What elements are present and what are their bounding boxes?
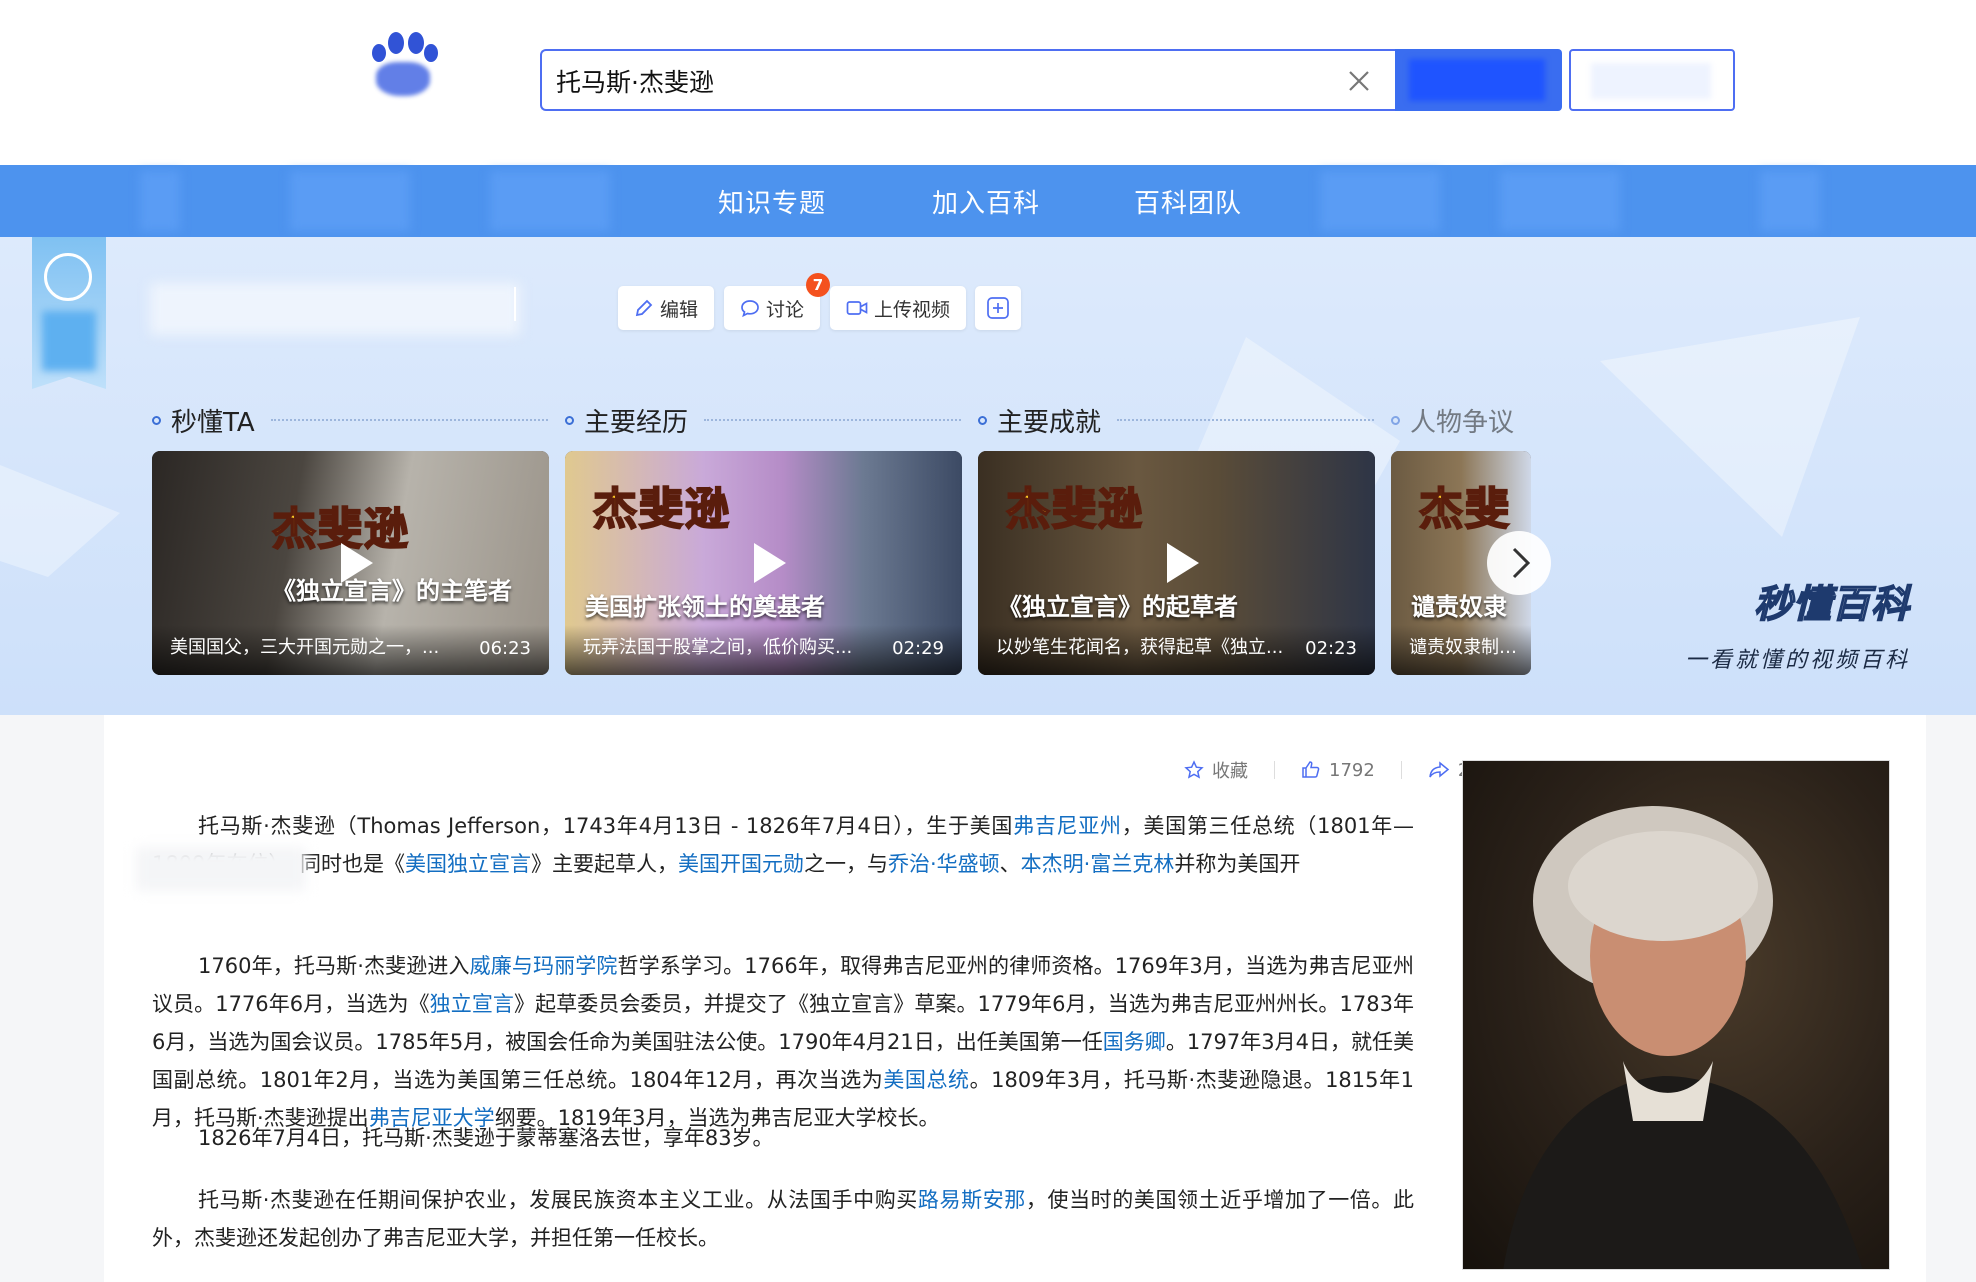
upload-video-button[interactable]: 上传视频: [830, 286, 966, 330]
clear-icon[interactable]: [1346, 68, 1372, 94]
chevron-right-icon: [1512, 547, 1531, 579]
search-input[interactable]: [556, 61, 1316, 101]
entry-link[interactable]: 弗吉尼亚州: [1013, 814, 1122, 838]
entry-link[interactable]: 独立宣言: [430, 992, 514, 1016]
thumbs-up-icon: [1302, 761, 1320, 778]
video-duration: 06:23: [479, 638, 531, 659]
search-button[interactable]: [1395, 49, 1562, 111]
nav-item-knowledge-topics[interactable]: 知识专题: [718, 183, 826, 220]
search-box: [540, 49, 1395, 111]
text-segment: 1760年，托马斯·杰斐逊进入: [198, 954, 470, 978]
entry-hero: 编辑 讨论 7 上传视频 秒懂TA 主要经历 主要成就 人物争议 杰斐逊 《独立…: [0, 237, 1976, 715]
miaodong-brand[interactable]: 秒懂百科 一看就懂的视频百科: [1650, 573, 1910, 674]
collect-label: 收藏: [1212, 761, 1248, 782]
section-head-controversy[interactable]: 人物争议: [1391, 405, 1521, 438]
discuss-count-badge: 7: [806, 273, 830, 297]
video-headline: 杰斐逊: [1005, 483, 1144, 536]
entry-link[interactable]: 国务卿: [1103, 1030, 1166, 1054]
video-caption: 美国国父，三大开国元勋之一，...: [170, 637, 440, 658]
text-segment: 并称为美国开: [1174, 852, 1301, 876]
entry-link[interactable]: 美国独立宣言: [405, 852, 531, 876]
edit-label: 编辑: [659, 298, 698, 321]
secondary-search-button[interactable]: [1569, 49, 1735, 111]
upload-video-label: 上传视频: [873, 298, 950, 321]
portrait-figure: [1503, 806, 1863, 1269]
discuss-button[interactable]: 讨论: [724, 286, 820, 330]
more-actions-button[interactable]: [975, 286, 1021, 330]
section-head-achievements[interactable]: 主要成就: [978, 405, 1374, 438]
section-label: 秒懂TA: [171, 407, 255, 438]
pencil-icon: [635, 299, 653, 317]
discuss-label: 讨论: [765, 298, 804, 321]
entry-link[interactable]: 美国总统: [883, 1068, 969, 1092]
baike-logo[interactable]: [368, 32, 440, 102]
text-segment: 之一，与: [803, 852, 888, 876]
section-label: 人物争议: [1410, 407, 1515, 438]
video-card[interactable]: 杰斐逊 《独立宣言》的主笔者 美国国父，三大开国元勋之一，... 06:23: [152, 451, 549, 675]
star-badge-icon: [44, 253, 92, 301]
video-overlay-title: 《独立宣言》的起草者: [998, 593, 1238, 621]
video-card[interactable]: 杰斐逊 《独立宣言》的起草者 以妙笔生花闻名，获得起草《独立... 02:23: [978, 451, 1375, 675]
entry-link[interactable]: 美国开国元勋: [678, 852, 804, 876]
brand-name: 秒懂百科: [1753, 581, 1910, 627]
achievements-paragraph: 托马斯·杰斐逊在任期间保护农业，发展民族资本主义工业。从法国手中购买路易斯安那，…: [152, 1181, 1414, 1257]
video-caption: 以妙笔生花闻名，获得起草《独立...: [996, 637, 1284, 658]
section-head-miaodong[interactable]: 秒懂TA: [152, 405, 548, 438]
text-segment: 托马斯·杰斐逊在任期间保护农业，发展民族资本主义工业。从法国手中购买: [198, 1188, 918, 1212]
video-caption: 玩弄法国于股掌之间，低价购买...: [583, 637, 853, 658]
video-camera-icon: [846, 301, 868, 315]
plus-square-icon: [987, 297, 1009, 319]
section-label: 主要成就: [997, 407, 1102, 438]
share-icon: [1429, 761, 1450, 778]
main-nav: 知识专题 加入百科 百科团队: [0, 165, 1976, 237]
text-segment: 托马斯·杰斐逊（Thomas Jefferson，1743年4月13日 - 18…: [198, 814, 1014, 838]
text-segment: 》主要起草人，: [530, 852, 678, 876]
death-paragraph: 1826年7月4日，托马斯·杰斐逊于蒙蒂塞洛去世，享年83岁。: [152, 1119, 1414, 1157]
entry-link[interactable]: 威廉与玛丽学院: [470, 954, 618, 978]
video-caption: 谴责奴隶制的...: [1409, 637, 1519, 658]
summary-paragraph: 托马斯·杰斐逊（Thomas Jefferson，1743年4月13日 - 18…: [152, 807, 1414, 883]
section-head-experience[interactable]: 主要经历: [565, 405, 961, 438]
collect-button[interactable]: 收藏: [1184, 757, 1248, 783]
entry-ribbon-badge: [32, 237, 106, 389]
video-duration: 02:29: [892, 638, 944, 659]
video-overlay-title: 《独立宣言》的主笔者: [272, 577, 512, 605]
portrait-image[interactable]: [1462, 760, 1890, 1270]
section-label: 主要经历: [584, 407, 689, 438]
like-button[interactable]: 1792: [1301, 760, 1375, 781]
carousel-next-button[interactable]: [1487, 531, 1551, 595]
edit-button[interactable]: 编辑: [618, 286, 714, 330]
play-icon: [753, 543, 786, 583]
video-headline: 杰斐逊: [592, 483, 731, 536]
nav-item-baike-team[interactable]: 百科团队: [1134, 183, 1242, 220]
video-duration: 02:23: [1305, 638, 1357, 659]
star-icon: [1184, 760, 1204, 779]
play-icon: [340, 543, 373, 583]
nav-item-join-baike[interactable]: 加入百科: [932, 183, 1040, 220]
text-segment: 、: [999, 852, 1021, 876]
video-card[interactable]: 杰斐逊 美国扩张领土的奠基者 玩弄法国于股掌之间，低价购买... 02:29: [565, 451, 962, 675]
biography-paragraph: 1760年，托马斯·杰斐逊进入威廉与玛丽学院哲学系学习。1766年，取得弗吉尼亚…: [152, 947, 1414, 1137]
entry-link[interactable]: 乔治·华盛顿: [888, 852, 1000, 876]
play-icon: [1166, 543, 1199, 583]
entry-link[interactable]: 本杰明·富兰克林: [1021, 852, 1175, 876]
brand-slogan: 一看就懂的视频百科: [1684, 648, 1910, 673]
video-headline: 杰斐: [1418, 483, 1511, 536]
text-segment: 1826年7月4日，托马斯·杰斐逊于蒙蒂塞洛去世，享年83岁。: [198, 1126, 774, 1150]
like-count: 1792: [1329, 759, 1375, 781]
chat-bubble-icon: [741, 300, 759, 318]
video-overlay-title: 美国扩张领土的奠基者: [585, 593, 825, 621]
top-header: [0, 0, 1976, 165]
article-stats: 收藏 1792 280: [1184, 757, 1492, 783]
article-body: 收藏 1792 280 托马斯·杰斐逊（Thomas Jefferson，174…: [104, 715, 1926, 1282]
entry-title: [150, 283, 520, 335]
entry-link[interactable]: 路易斯安那: [918, 1188, 1026, 1212]
